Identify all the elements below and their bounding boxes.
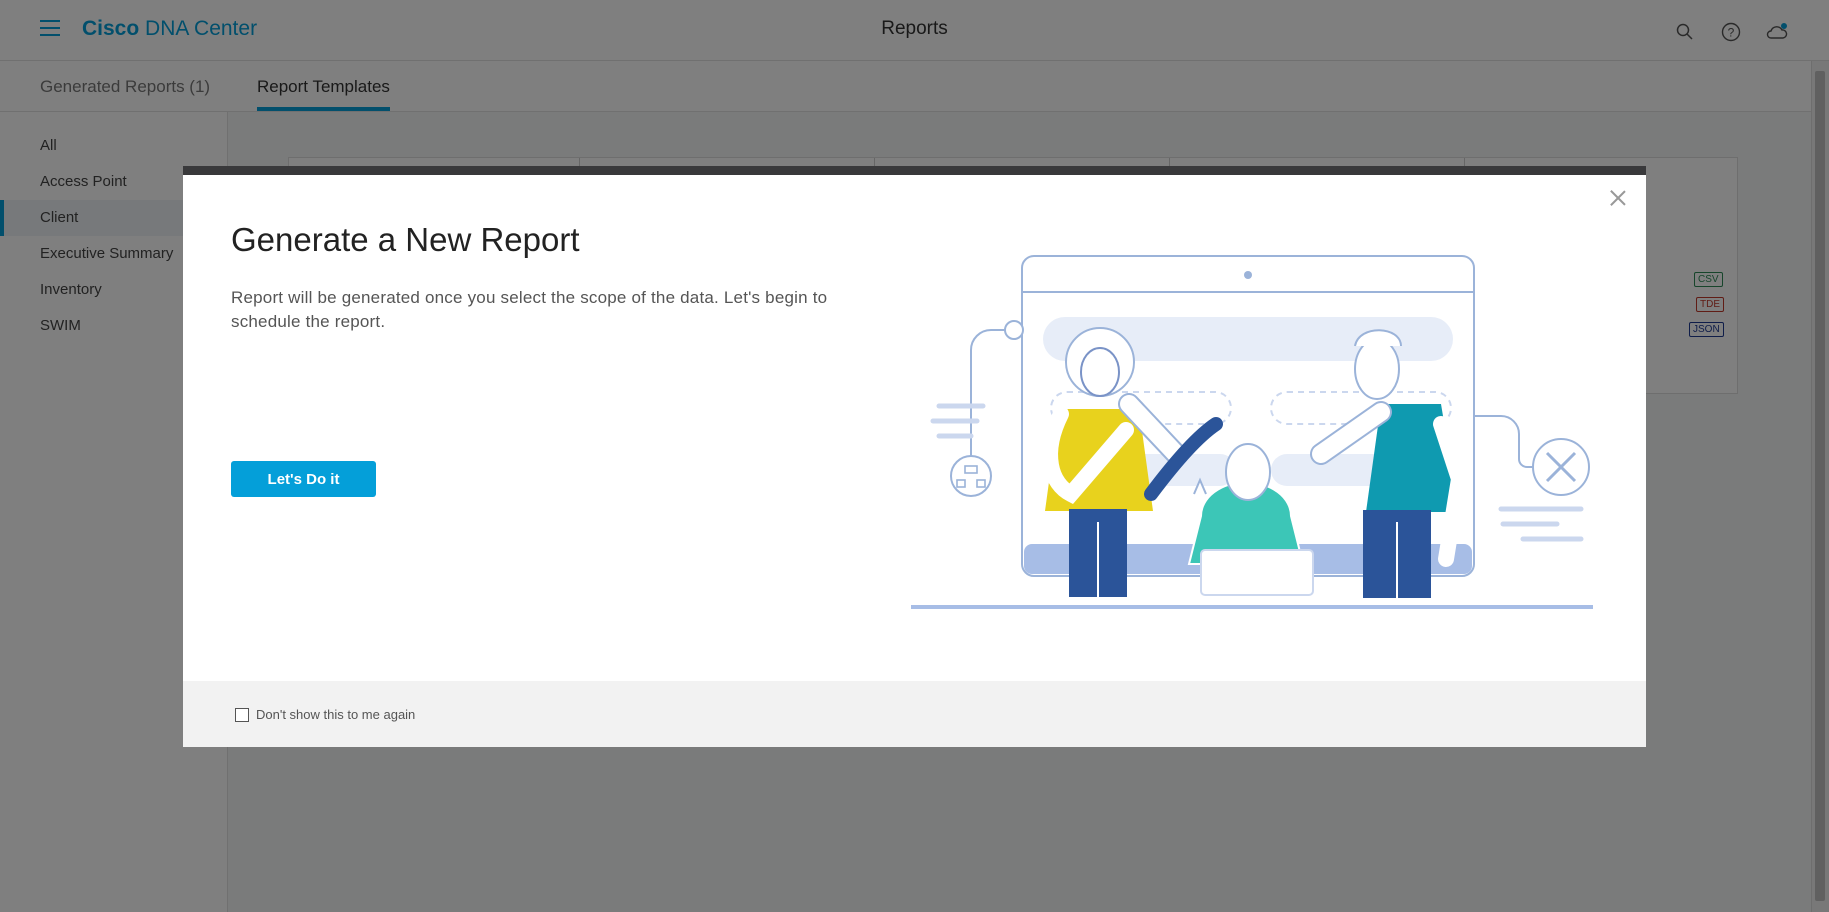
lets-do-it-button[interactable]: Let's Do it (231, 461, 376, 497)
report-illustration (911, 255, 1593, 609)
dont-show-again-label[interactable]: Don't show this to me again (256, 707, 415, 722)
generate-report-modal: Generate a New Report Report will be gen… (183, 166, 1646, 747)
dont-show-again-checkbox[interactable] (235, 708, 249, 722)
close-icon[interactable] (1608, 188, 1628, 208)
modal-footer: Don't show this to me again (183, 681, 1646, 747)
modal-top-bar (183, 166, 1646, 175)
modal-title: Generate a New Report (231, 221, 580, 258)
modal-description: Report will be generated once you select… (231, 288, 828, 331)
